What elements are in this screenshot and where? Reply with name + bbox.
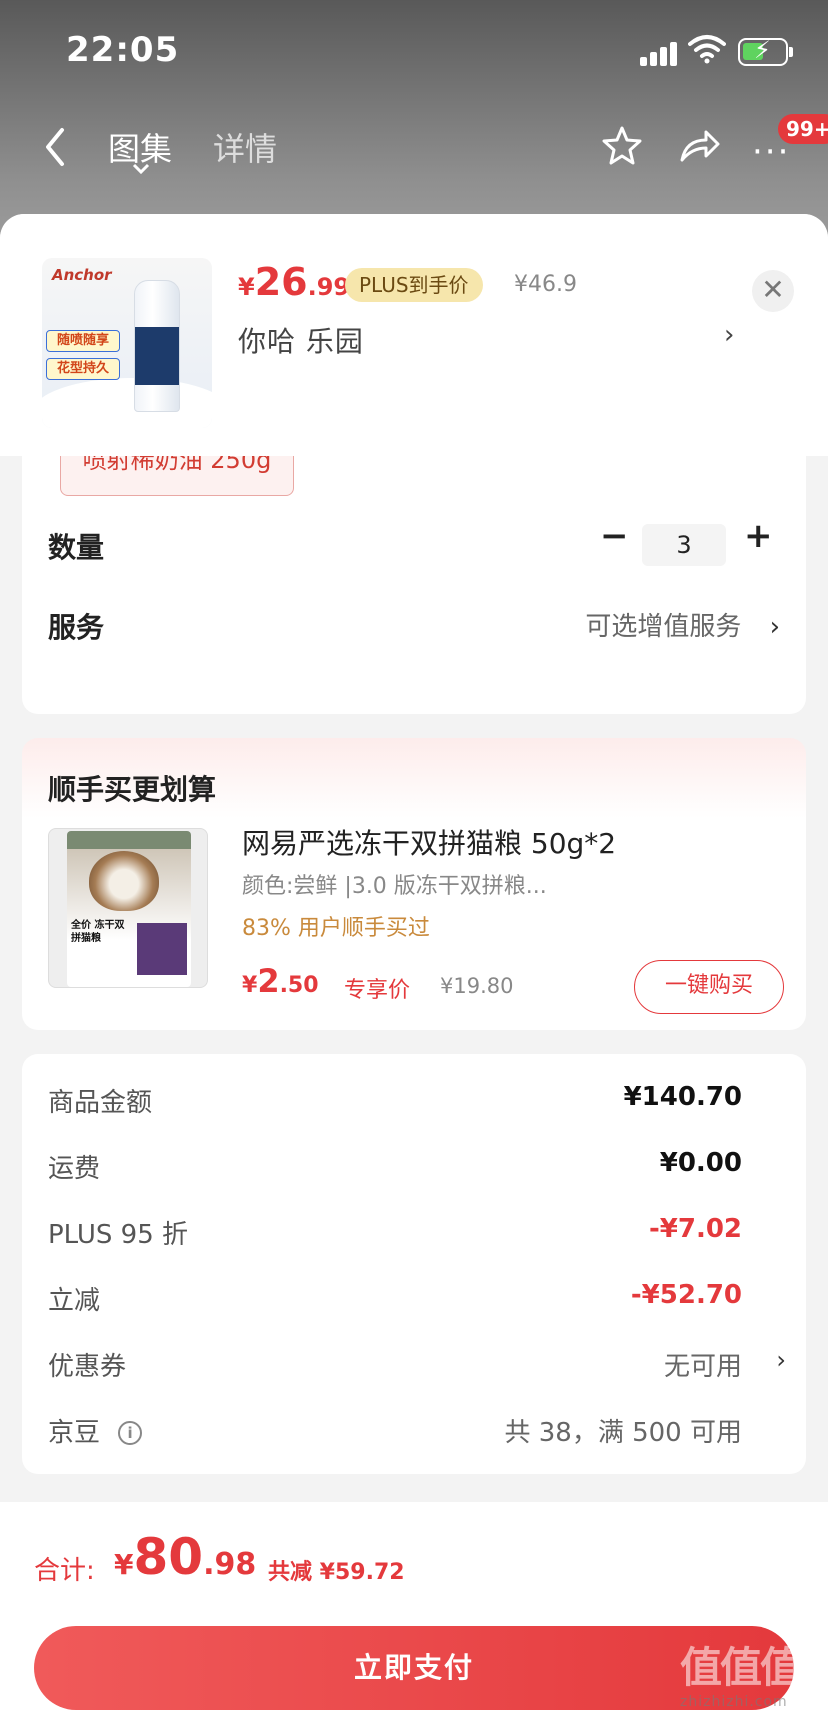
summary-label-instant-discount: 立减 <box>48 1286 101 1316</box>
order-summary-card: 商品金额 ¥140.70 运费 ¥0.00 PLUS 95 折 -¥7.02 立… <box>22 1054 806 1474</box>
upsell-title: 顺手买更划算 <box>48 773 217 806</box>
summary-value-plus-discount: -¥7.02 <box>648 1214 742 1244</box>
status-time: 22:05 <box>66 30 180 70</box>
product-nav-bar: 图集 详情 ··· 99+ <box>0 110 828 190</box>
summary-value-instant-discount: -¥52.70 <box>630 1280 742 1310</box>
total-savings: 共减 ¥59.72 <box>268 1560 405 1585</box>
plus-price-badge: PLUS到手价 <box>345 268 483 302</box>
quantity-input[interactable]: 3 <box>642 524 726 566</box>
checkout-footer: 合计: ¥80.98 共减 ¥59.72 立即支付 值值值 zhizhizhi.… <box>0 1502 828 1720</box>
product-image-tag: 花型持久 <box>46 358 120 380</box>
upsell-original-price: ¥19.80 <box>440 974 514 998</box>
jingdou-label-text: 京豆 <box>48 1418 101 1448</box>
chevron-right-icon[interactable]: › <box>776 1346 786 1374</box>
price-decimal: .99 <box>307 273 351 301</box>
product-price: ¥26.99 <box>238 260 350 304</box>
service-value: 可选增值服务 <box>585 612 742 642</box>
cat-food-image-text: 全价 冻干双拼猫粮 <box>71 920 125 944</box>
watermark-logo: 值值值 <box>680 1643 802 1692</box>
cellular-signal-icon <box>640 40 680 66</box>
info-icon[interactable]: i <box>118 1421 143 1445</box>
chevron-right-icon: › <box>769 612 780 642</box>
upsell-product-spec: 颜色:尝鲜 |3.0 版冻干双拼粮... <box>242 874 547 899</box>
wifi-icon <box>688 35 726 64</box>
product-image[interactable]: Anchor 随喷随享 花型持久 <box>42 258 212 428</box>
tab-indicator-icon <box>132 163 150 175</box>
share-icon[interactable] <box>678 126 722 166</box>
checkout-sheet: 喷射稀奶油 250g 数量 − 3 + 服务 可选增值服务 › 顺手买更划算 全… <box>0 214 828 1720</box>
total-currency: ¥ <box>114 1548 134 1581</box>
chevron-right-icon[interactable]: › <box>724 320 734 350</box>
upsell-price-integer: 2 <box>257 962 280 1000</box>
product-image-brand: Anchor <box>52 266 112 284</box>
quantity-decrease-button[interactable]: − <box>600 516 629 556</box>
upsell-price: ¥2.50 <box>242 962 319 1000</box>
delivery-address[interactable]: 你哈 乐园 <box>238 320 364 360</box>
exclusive-price-label: 专享价 <box>344 978 411 1003</box>
watermark-url: zhizhizhi.com <box>680 1694 788 1710</box>
summary-label-shipping: 运费 <box>48 1154 101 1184</box>
total-integer: 80 <box>133 1528 204 1586</box>
battery-cap <box>789 47 793 57</box>
one-click-buy-button[interactable]: 一键购买 <box>634 960 784 1014</box>
summary-label-coupon: 优惠券 <box>48 1352 127 1382</box>
price-currency: ¥ <box>238 273 255 301</box>
quantity-label: 数量 <box>48 531 105 564</box>
total-amount: ¥80.98 <box>114 1528 256 1586</box>
service-option-link[interactable]: 可选增值服务 › <box>585 606 780 643</box>
upsell-price-decimal: .50 <box>279 973 319 998</box>
summary-value-subtotal: ¥140.70 <box>623 1082 742 1112</box>
service-label: 服务 <box>48 611 105 644</box>
summary-value-shipping: ¥0.00 <box>659 1148 742 1178</box>
original-price: ¥46.9 <box>514 272 577 297</box>
summary-label-plus-discount: PLUS 95 折 <box>48 1220 189 1250</box>
battery-icon: ⚡ <box>738 36 788 66</box>
quantity-increase-button[interactable]: + <box>744 516 773 556</box>
status-bar: 22:05 ⚡ <box>0 0 828 100</box>
upsell-price-currency: ¥ <box>242 973 258 998</box>
total-decimal: .98 <box>203 1547 257 1582</box>
coupon-select-link[interactable]: 无可用 <box>664 1346 742 1383</box>
message-count-badge: 99+ <box>778 114 828 144</box>
summary-value-coupon: 无可用 <box>663 1352 742 1382</box>
total-label: 合计: <box>34 1556 95 1586</box>
cat-food-image[interactable]: 全价 冻干双拼猫粮 <box>48 828 208 988</box>
upsell-card: 顺手买更划算 全价 冻干双拼猫粮 网易严选冻干双拼猫粮 50g*2 颜色:尝鲜 … <box>22 738 806 1030</box>
tab-details[interactable]: 详情 <box>213 124 277 170</box>
price-integer: 26 <box>254 260 308 304</box>
summary-label-jingdou: 京豆 i <box>48 1412 143 1449</box>
sheet-product-header: Anchor 随喷随享 花型持久 ¥26.99 PLUS到手价 ¥46.9 ✕ … <box>0 214 828 456</box>
back-arrow-icon[interactable] <box>38 122 72 172</box>
favorite-star-icon[interactable] <box>600 124 644 168</box>
upsell-purchase-rate: 83% 用户顺手买过 <box>242 916 430 941</box>
close-button[interactable]: ✕ <box>752 270 794 312</box>
product-image-tag: 随喷随享 <box>46 330 120 352</box>
summary-label-subtotal: 商品金额 <box>48 1088 153 1118</box>
summary-value-jingdou: 共 38，满 500 可用 <box>504 1418 742 1448</box>
upsell-product-name[interactable]: 网易严选冻干双拼猫粮 50g*2 <box>242 822 616 862</box>
